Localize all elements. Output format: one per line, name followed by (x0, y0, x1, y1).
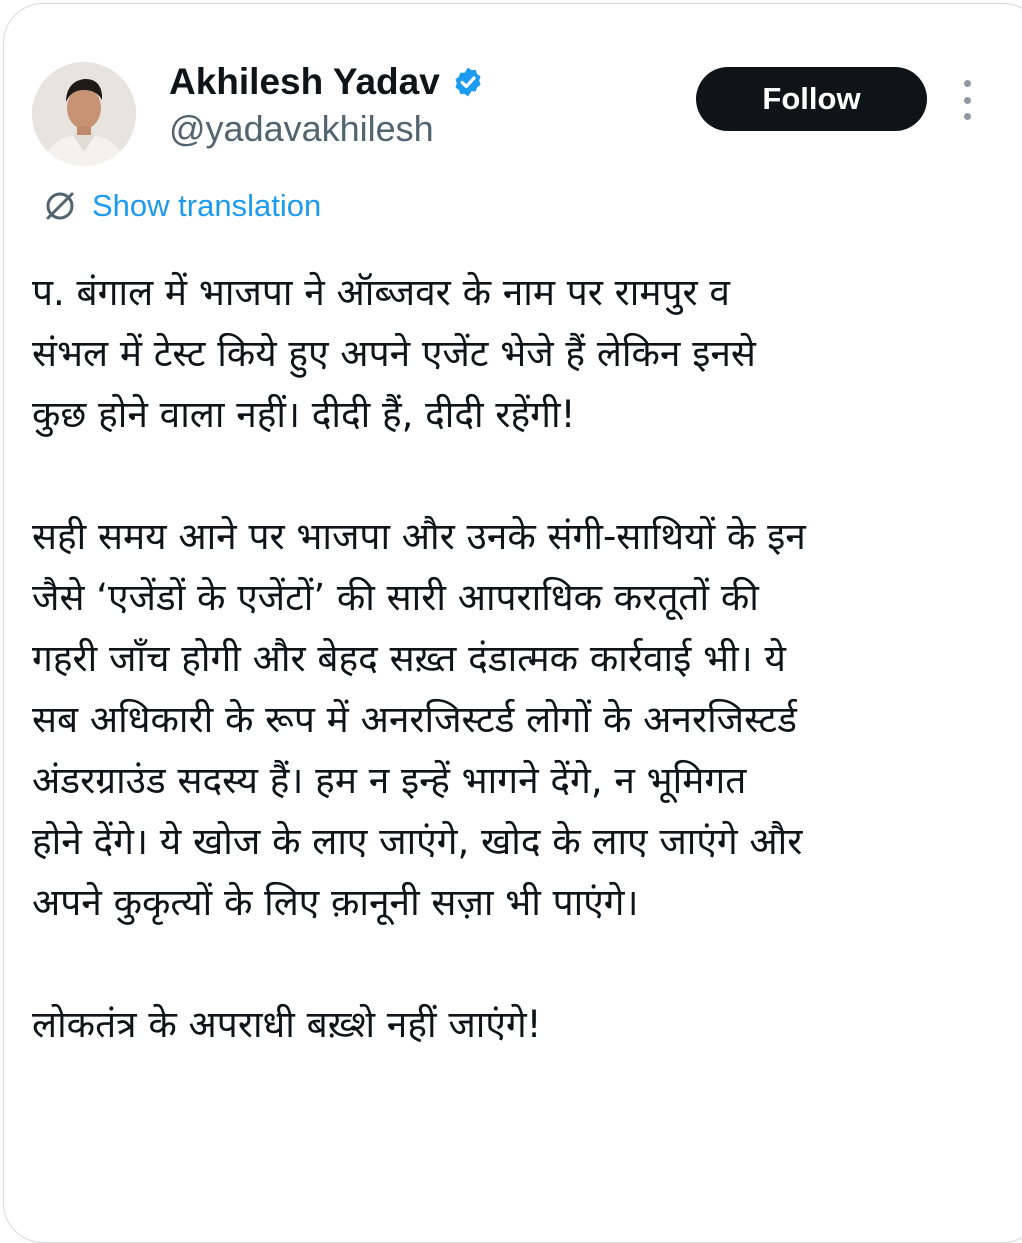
tweet-line: होने देंगे। ये खोज के लाए जाएंगे, खोद के… (32, 820, 803, 863)
more-dot (963, 96, 971, 104)
tweet-line: अपने कुकृत्यों के लिए क़ानूनी सज़ा भी पा… (32, 881, 639, 924)
more-dot (963, 80, 971, 87)
author-display-name[interactable]: Akhilesh Yadav (169, 58, 440, 106)
tweet-line: सब अधिकारी के रूप में अनरजिस्टर्ड लोगों … (32, 698, 797, 741)
tweet-line: जैसे ‘एजेंडों के एजेंटों’ की सारी आपराधि… (32, 576, 759, 619)
translate-icon (46, 192, 74, 220)
profile-photo (32, 62, 136, 166)
tweet-line: सही समय आने पर भाजपा और उनके संगी-साथियो… (32, 515, 806, 558)
tweet-text: प. बंगाल में भाजपा ने ऑब्जवर के नाम पर र… (32, 262, 992, 1055)
more-dot (963, 113, 971, 120)
vertical-ellipsis-icon[interactable] (951, 80, 983, 120)
author-name-row: Akhilesh Yadav (169, 58, 484, 106)
tweet-line: अंडरग्राउंड सदस्य हैं। हम न इन्हें भागने… (32, 759, 747, 802)
show-translation-label: Show translation (92, 188, 322, 223)
verified-badge-icon (455, 67, 481, 97)
show-translation-link[interactable]: Show translation (42, 185, 321, 227)
avatar[interactable] (32, 62, 136, 166)
tweet-line: कुछ होने वाला नहीं। दीदी हैं, दीदी रहेंग… (32, 393, 576, 436)
tweet-line: संभल में टेस्ट किये हुए अपने एजेंट भेजे … (32, 332, 756, 375)
tweet-line: लोकतंत्र के अपराधी बख़्शे नहीं जाएंगे! (32, 1003, 542, 1046)
author-handle[interactable]: @yadavakhilesh (169, 106, 434, 152)
follow-button[interactable]: Follow (696, 67, 927, 131)
tweet-line: प. बंगाल में भाजपा ने ऑब्जवर के नाम पर र… (32, 271, 730, 314)
tweet-line: गहरी जाँच होगी और बेहद सख़्त दंडात्मक का… (32, 637, 786, 680)
